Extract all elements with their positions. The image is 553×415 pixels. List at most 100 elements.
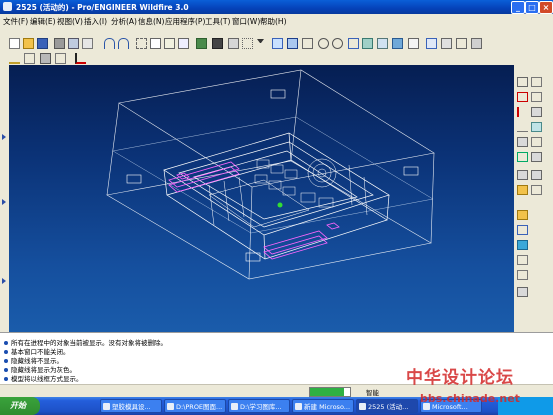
refit-icon[interactable]: [348, 38, 359, 49]
taskbar-item[interactable]: D:\学习图库...: [228, 399, 290, 413]
proe-icon: [359, 403, 366, 410]
menu-file[interactable]: 文件(F): [3, 16, 28, 27]
word-icon: [295, 403, 302, 410]
start-button[interactable]: 开始: [0, 397, 40, 415]
regenerate-icon[interactable]: [196, 38, 207, 49]
menu-tools[interactable]: 工具(T): [205, 16, 230, 27]
no-hidden-icon[interactable]: [456, 38, 467, 49]
taskbar-item[interactable]: 新建 Microso...: [292, 399, 354, 413]
info-icon: [4, 350, 8, 354]
filter-label[interactable]: 智能: [366, 387, 379, 397]
analysis-icon[interactable]: [517, 170, 528, 180]
layers-icon[interactable]: [392, 38, 403, 49]
datum-point-icon[interactable]: [517, 137, 528, 147]
chevron-down-icon[interactable]: [257, 39, 264, 43]
selection-filter-dropdown[interactable]: [242, 38, 253, 49]
window-title: 2525 (活动的) - Pro/ENGINEER Wildfire 3.0: [16, 3, 189, 12]
watermark: 中华设计论坛 bbs.chinade.net: [404, 362, 553, 415]
expand-arrow-icon[interactable]: [2, 278, 6, 284]
shell-icon[interactable]: [531, 185, 542, 195]
zoom-out-icon[interactable]: [332, 38, 343, 49]
datum-curve-icon[interactable]: [517, 107, 528, 117]
paste-icon[interactable]: [164, 38, 175, 49]
orient-mode-icon[interactable]: [302, 38, 313, 49]
whats-this-icon[interactable]: [75, 53, 86, 64]
menu-edit[interactable]: 编辑(E): [30, 16, 56, 27]
taskbar-item[interactable]: 塑胶模具设...: [100, 399, 162, 413]
feature-toolbar: [514, 65, 553, 332]
spin-center-icon[interactable]: [287, 38, 298, 49]
maximize-button[interactable]: □: [525, 1, 539, 14]
send-mail-icon[interactable]: [68, 38, 79, 49]
minimize-button[interactable]: _: [511, 1, 525, 14]
move-icon[interactable]: [55, 53, 66, 64]
reorient-icon[interactable]: [362, 38, 373, 49]
save-icon[interactable]: [37, 38, 48, 49]
coordinate-system-icon[interactable]: [517, 152, 528, 162]
close-button[interactable]: ×: [539, 1, 553, 14]
mirror-icon[interactable]: [24, 53, 35, 64]
folder-icon: [231, 403, 238, 410]
datum-axis-icon[interactable]: [517, 92, 528, 102]
wireframe-icon[interactable]: [426, 38, 437, 49]
select-box-icon[interactable]: [228, 38, 239, 49]
sweep-icon[interactable]: [531, 107, 542, 117]
sketched-curve-icon[interactable]: [517, 122, 528, 132]
mold-component-icon[interactable]: [517, 210, 528, 220]
menu-analysis[interactable]: 分析(A): [111, 16, 137, 27]
folder-icon: [167, 403, 174, 410]
progress-bar: [309, 387, 351, 397]
left-edge: [0, 65, 9, 332]
sketch-icon[interactable]: [9, 53, 20, 64]
menu-window[interactable]: 窗口(W): [232, 16, 260, 27]
print-icon[interactable]: [54, 38, 65, 49]
hidden-line-icon[interactable]: [441, 38, 452, 49]
zoom-in-icon[interactable]: [318, 38, 329, 49]
undo-icon[interactable]: [104, 38, 115, 49]
mold-opening-icon[interactable]: [517, 287, 528, 297]
repaint-icon[interactable]: [272, 38, 283, 49]
redo-icon[interactable]: [118, 38, 129, 49]
graphics-viewport[interactable]: [9, 65, 514, 332]
title-bar: 2525 (活动的) - Pro/ENGINEER Wildfire 3.0 _…: [0, 0, 553, 14]
menu-help[interactable]: 帮助(H): [260, 16, 287, 27]
copy-icon[interactable]: [150, 38, 161, 49]
menu-applications[interactable]: 应用程序(P): [165, 16, 205, 27]
datum-plane-icon[interactable]: [517, 77, 528, 87]
info-icon: [4, 359, 8, 363]
shading-icon[interactable]: [471, 38, 482, 49]
info-icon: [4, 341, 8, 345]
chamfer-icon[interactable]: [531, 170, 542, 180]
paste-special-icon[interactable]: [178, 38, 189, 49]
info-icon: [4, 368, 8, 372]
sprue-icon[interactable]: [517, 255, 528, 265]
round-icon[interactable]: [531, 152, 542, 162]
revolve-icon[interactable]: [531, 92, 542, 102]
expand-arrow-icon[interactable]: [2, 199, 6, 205]
taskbar-item[interactable]: D:\PROE图面...: [164, 399, 226, 413]
cut-icon[interactable]: [136, 38, 147, 49]
select-tool-icon[interactable]: [40, 53, 51, 64]
mold-volume-icon[interactable]: [517, 185, 528, 195]
menu-insert[interactable]: 插入(I): [84, 16, 107, 27]
menu-view[interactable]: 视图(V): [57, 16, 83, 27]
hole-icon[interactable]: [531, 137, 542, 147]
menu-info[interactable]: 信息(N): [138, 16, 164, 27]
app-icon[interactable]: [3, 2, 12, 11]
saved-views-icon[interactable]: [377, 38, 388, 49]
waterline-icon[interactable]: [517, 270, 528, 280]
send-link-icon[interactable]: [82, 38, 93, 49]
runner-icon[interactable]: [517, 240, 528, 250]
new-file-icon[interactable]: [9, 38, 20, 49]
app-icon: [103, 403, 110, 410]
open-folder-icon[interactable]: [23, 38, 34, 49]
blend-icon[interactable]: [531, 122, 542, 132]
info-icon: [4, 377, 8, 381]
extrude-icon[interactable]: [531, 77, 542, 87]
view-manager-icon[interactable]: [408, 38, 419, 49]
watermark-url: bbs.chinade.net: [420, 392, 520, 405]
message-line: 模型将以线框方式显示。: [4, 373, 83, 383]
expand-arrow-icon[interactable]: [2, 134, 6, 140]
parting-surface-icon[interactable]: [517, 225, 528, 235]
find-icon[interactable]: [212, 38, 223, 49]
